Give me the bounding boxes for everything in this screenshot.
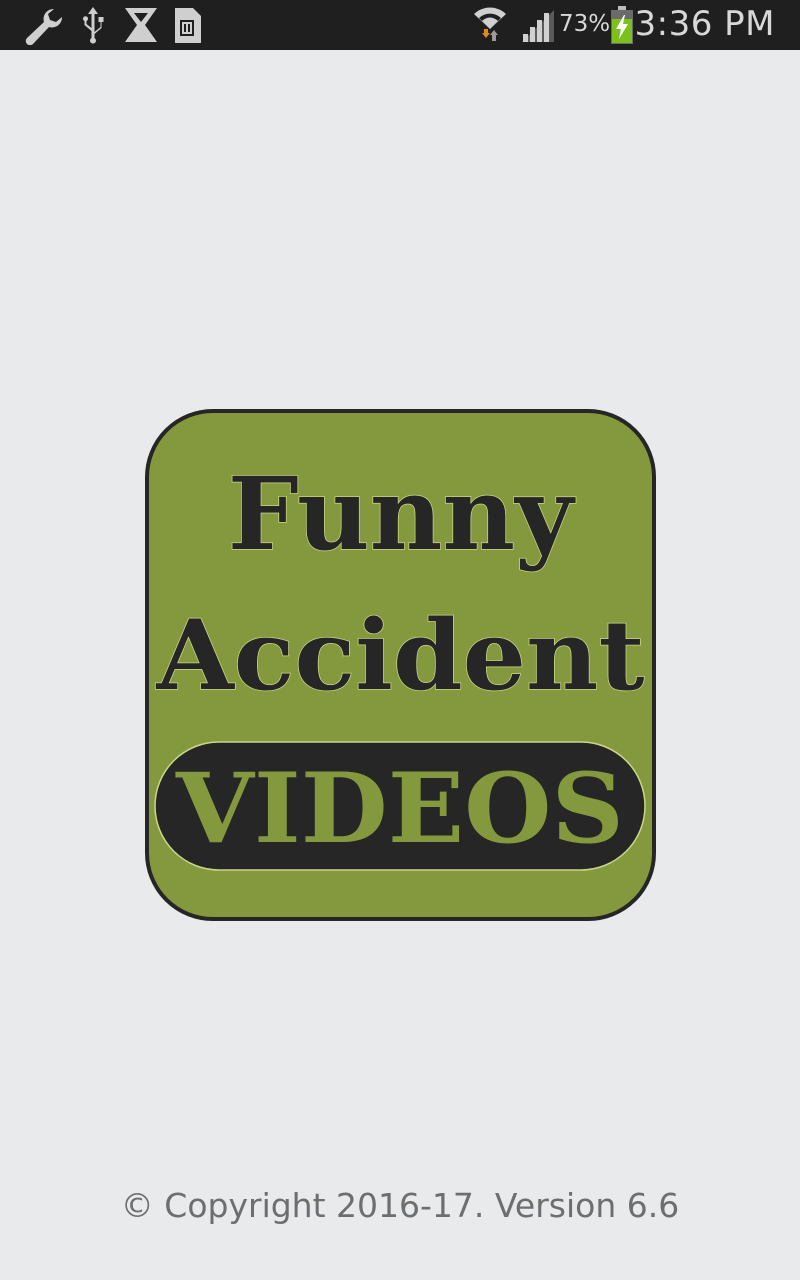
wrench-icon: [25, 8, 63, 45]
logo-title-line2: Accident: [155, 599, 644, 712]
app-logo: Funny Accident VIDEOS: [145, 409, 656, 921]
battery-charging-icon: [611, 6, 633, 44]
signal-icon: [522, 10, 554, 42]
logo-title-line1: Funny: [228, 455, 576, 573]
wifi-icon: [474, 7, 506, 41]
status-bar: 73% 3:36 PM: [0, 0, 800, 50]
battery-percent: 73%: [559, 11, 611, 37]
usb-icon: [83, 7, 104, 44]
hourglass-icon: [125, 8, 157, 42]
copyright-text: © Copyright 2016-17. Version 6.6: [120, 1186, 680, 1225]
logo-badge-text: VIDEOS: [175, 752, 624, 865]
clock: 3:36 PM: [634, 4, 775, 44]
sd-card-icon: [175, 8, 201, 43]
